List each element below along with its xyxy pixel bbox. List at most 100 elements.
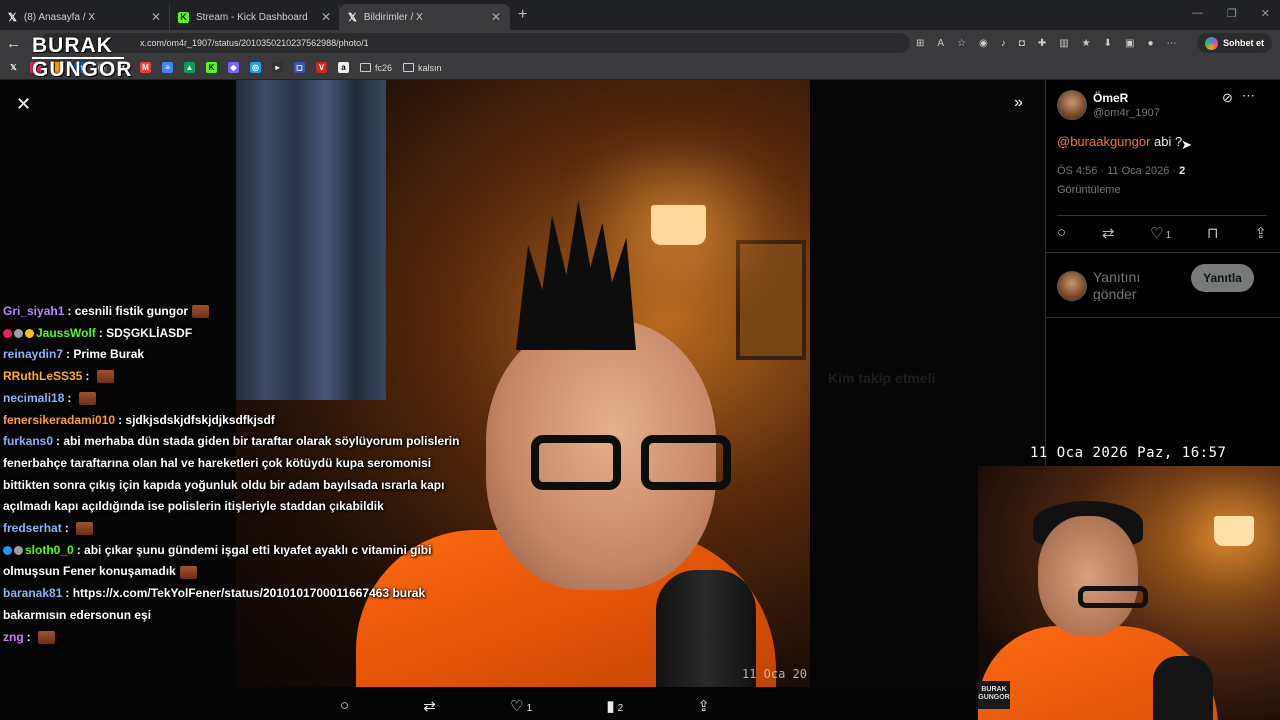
- more-icon[interactable]: ⋯: [1167, 38, 1177, 49]
- collapse-panel-icon[interactable]: »: [1014, 94, 1023, 112]
- chat-message: reinaydin7: Prime Burak: [3, 344, 473, 366]
- chat-username[interactable]: baranak81: [3, 586, 62, 600]
- mouse-cursor-icon: ➤: [1181, 137, 1192, 152]
- chat-separator: :: [67, 304, 75, 318]
- drive-icon[interactable]: ▲: [184, 62, 195, 73]
- folder-label: kalsın: [418, 62, 442, 73]
- split-screen-icon[interactable]: ▥: [1059, 38, 1068, 49]
- more-options-icon[interactable]: ⋯: [1242, 88, 1255, 104]
- screenshot-icon[interactable]: ▣: [1125, 38, 1134, 49]
- views-button[interactable]: ▮ 2: [606, 697, 623, 715]
- view-count: 2: [1179, 165, 1186, 177]
- download-icon[interactable]: ⬇: [1104, 38, 1112, 49]
- new-tab-button[interactable]: +: [518, 6, 527, 24]
- x-bookmark-icon[interactable]: 𝕏: [8, 62, 19, 73]
- author-name[interactable]: ÖmeR: [1093, 91, 1128, 105]
- play-icon[interactable]: ▸: [272, 62, 283, 73]
- microphone-shape: [1153, 656, 1213, 720]
- close-tab-icon[interactable]: ✕: [491, 10, 501, 24]
- camera-icon[interactable]: ◘: [1019, 38, 1025, 49]
- head-shape: [1038, 516, 1138, 636]
- logo-line-1: BURAK: [32, 35, 124, 59]
- mention-link[interactable]: @buraakgungor: [1057, 134, 1150, 149]
- bookmark-icon[interactable]: ◎: [250, 62, 261, 73]
- chat-separator: :: [67, 390, 75, 405]
- bookmark-icon[interactable]: ⊓: [1207, 224, 1219, 242]
- tweet-time[interactable]: ÖS 4:56 · 11 Oca 2026 ·: [1057, 165, 1179, 177]
- chat-username[interactable]: fenersikeradami010: [3, 413, 115, 427]
- chat-message: sloth0_0: abi çıkar şunu gündemi işgal e…: [3, 540, 473, 583]
- favorite-star-icon[interactable]: ☆: [957, 38, 966, 49]
- restore-icon[interactable]: ❐: [1227, 7, 1237, 20]
- read-aloud-icon[interactable]: A: [937, 38, 944, 49]
- minimize-icon[interactable]: —: [1192, 7, 1203, 20]
- chat-username[interactable]: furkans0: [3, 434, 53, 448]
- stream-clock-overlay: 11 Oca 2026 Paz, 16:57: [1030, 445, 1227, 461]
- docs-icon[interactable]: ≡: [162, 62, 173, 73]
- chat-text: sjdkjsdskjdfskjdjksdfkjsdf: [125, 412, 275, 427]
- reply-icon[interactable]: ○: [340, 697, 349, 715]
- like-button[interactable]: ♡ 1: [510, 697, 532, 715]
- chat-separator: :: [76, 542, 85, 557]
- like-button[interactable]: ♡ 1: [1150, 224, 1171, 242]
- bookmarks-bar: 𝕏 in @ K M ≡ ▲ K ◆ ◎ ▸ ◻ V a fc26 kalsın: [0, 56, 1280, 80]
- chat-message: Gri_siyah1: cesnili fistik gungor: [3, 301, 473, 323]
- favorites-icon[interactable]: ★: [1082, 38, 1091, 49]
- tweet-text: @buraakgungor abi ?: [1057, 134, 1182, 149]
- bookmark-icon[interactable]: ◻: [294, 62, 305, 73]
- audio-icon[interactable]: ♪: [1001, 38, 1006, 49]
- share-icon[interactable]: ⇪: [697, 697, 710, 715]
- extension-icon[interactable]: ◉: [979, 38, 988, 49]
- chat-badge-icon: [14, 329, 23, 339]
- bookmark-folder-kalsin[interactable]: kalsın: [403, 63, 442, 73]
- reply-icon[interactable]: ○: [1057, 224, 1066, 242]
- retweet-icon[interactable]: ⇄: [1102, 224, 1115, 242]
- author-avatar[interactable]: [1057, 90, 1087, 120]
- amazon-icon[interactable]: a: [338, 62, 349, 73]
- chat-message: zng:: [3, 627, 473, 649]
- author-handle[interactable]: @om4r_1907: [1093, 107, 1160, 119]
- vivaldi-icon[interactable]: V: [316, 62, 327, 73]
- chat-username[interactable]: reinaydin7: [3, 347, 63, 361]
- reply-button[interactable]: Yanıtla: [1191, 264, 1254, 292]
- profile-avatar[interactable]: ●: [1147, 38, 1153, 49]
- close-window-icon[interactable]: ✕: [1261, 7, 1270, 20]
- chat-badge-icon: [3, 329, 12, 339]
- reply-input[interactable]: Yanıtını gönder: [1093, 269, 1183, 301]
- copilot-chat-button[interactable]: Sohbet et: [1196, 33, 1272, 53]
- chat-username[interactable]: RRuthLeSS35: [3, 369, 82, 383]
- folder-icon: [403, 63, 415, 72]
- retweet-icon[interactable]: ⇄: [423, 697, 436, 715]
- x-icon: 𝕏: [8, 11, 17, 24]
- chat-username[interactable]: sloth0_0: [25, 543, 74, 557]
- mic-logo: BURAK GUNGOR: [978, 681, 1010, 709]
- chat-username[interactable]: Gri_siyah1: [3, 304, 64, 318]
- tab-home[interactable]: 𝕏 (8) Anasayfa / X ✕: [0, 4, 170, 30]
- share-icon[interactable]: ⇪: [1254, 224, 1267, 242]
- close-icon[interactable]: ✕: [16, 94, 31, 115]
- chat-username[interactable]: fredserhat: [3, 521, 62, 535]
- app-icon[interactable]: ⊞: [916, 38, 924, 49]
- tab-kick-dashboard[interactable]: K Stream - Kick Dashboard ✕: [170, 4, 340, 30]
- app-bookmark-icon[interactable]: ◆: [228, 62, 239, 73]
- grok-icon[interactable]: ⊘: [1222, 90, 1233, 106]
- gmail-icon[interactable]: M: [140, 62, 151, 73]
- tweet-body: abi ?: [1150, 134, 1183, 149]
- bookmark-folder-fc26[interactable]: fc26: [360, 63, 392, 73]
- back-arrow-icon[interactable]: ←: [6, 35, 26, 52]
- kick-icon[interactable]: K: [206, 62, 217, 73]
- chat-username[interactable]: JaussWolf: [36, 326, 96, 340]
- tab-notifications[interactable]: 𝕏 Bildirimler / X ✕: [340, 4, 510, 30]
- chat-separator: :: [26, 629, 35, 644]
- chat-emote-icon: [76, 522, 94, 536]
- photo-action-bar: ○ ⇄ ♡ 1 ▮ 2 ⇪: [340, 697, 710, 715]
- url-field[interactable]: x.com/om4r_1907/status/20103502102375629…: [40, 33, 910, 53]
- chat-text: Prime Burak: [73, 347, 145, 362]
- close-tab-icon[interactable]: ✕: [151, 10, 161, 24]
- glasses-shape: [1078, 586, 1148, 608]
- close-tab-icon[interactable]: ✕: [321, 10, 331, 24]
- puzzle-icon[interactable]: ✚: [1038, 38, 1046, 49]
- chat-username[interactable]: necimali18: [3, 391, 64, 405]
- streamer-logo-overlay: BURAK GUNGOR: [32, 35, 132, 83]
- chat-username[interactable]: zng: [3, 630, 24, 644]
